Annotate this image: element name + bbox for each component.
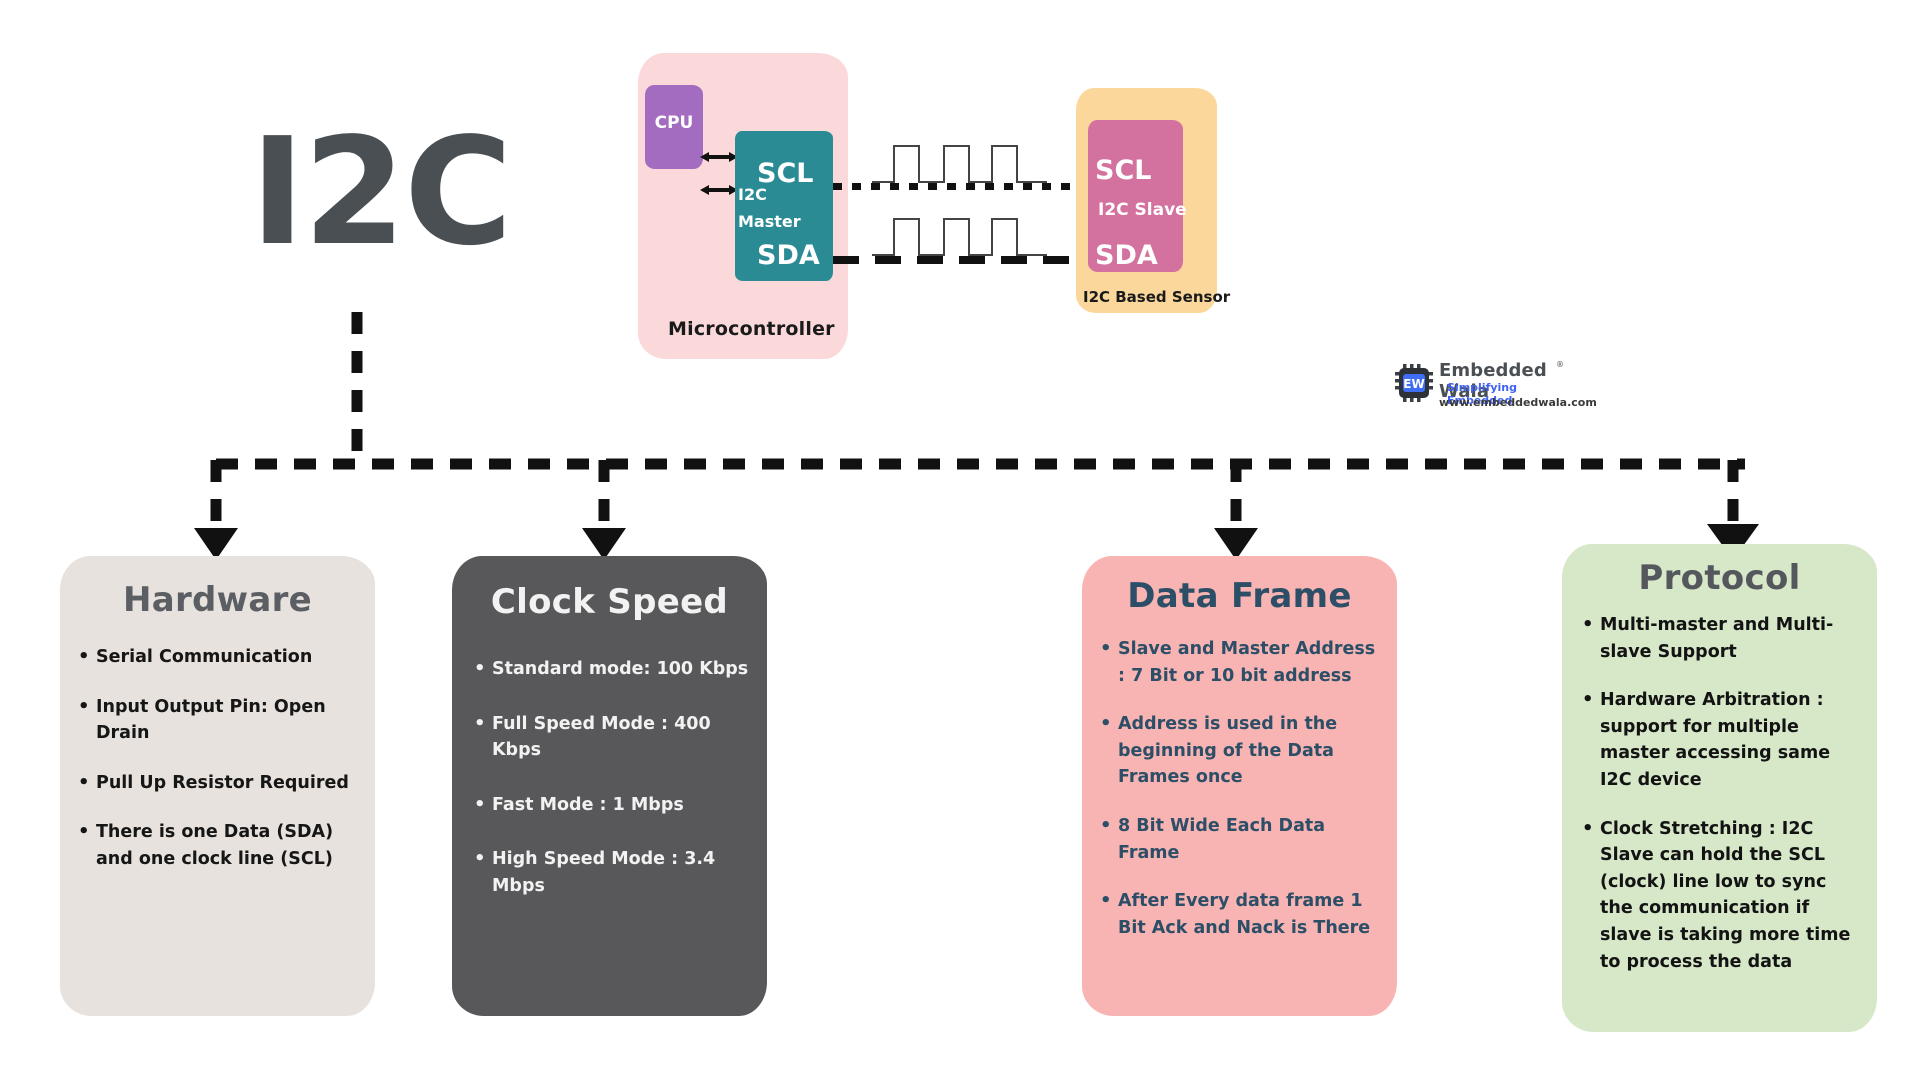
connector-tree — [194, 312, 1759, 560]
list-item: There is one Data (SDA) and one clock li… — [76, 818, 353, 872]
list-item: Multi-master and Multi-slave Support — [1580, 611, 1861, 665]
list-item: Fast Mode : 1 Mbps — [472, 791, 749, 819]
card-clock-speed[interactable]: Clock Speed Standard mode: 100 Kbps Full… — [452, 556, 767, 1016]
list-item: Standard mode: 100 Kbps — [472, 655, 749, 683]
list-item: Serial Communication — [76, 643, 353, 671]
card-data-frame-list: Slave and Master Address : 7 Bit or 10 b… — [1082, 635, 1397, 941]
list-item: Pull Up Resistor Required — [76, 769, 353, 797]
card-hardware[interactable]: Hardware Serial Communication Input Outp… — [60, 556, 375, 1016]
card-clock-speed-title: Clock Speed — [490, 582, 729, 622]
card-protocol-title: Protocol — [1638, 558, 1801, 598]
list-item: Address is used in the beginning of the … — [1098, 710, 1383, 791]
list-item: Slave and Master Address : 7 Bit or 10 b… — [1098, 635, 1383, 689]
card-hardware-list: Serial Communication Input Output Pin: O… — [60, 643, 375, 873]
card-protocol-list: Multi-master and Multi-slave Support Har… — [1562, 611, 1877, 976]
list-item: 8 Bit Wide Each Data Frame — [1098, 812, 1383, 866]
list-item: Hardware Arbitration : support for multi… — [1580, 686, 1861, 793]
card-clock-speed-list: Standard mode: 100 Kbps Full Speed Mode … — [452, 655, 767, 900]
list-item: Full Speed Mode : 400 Kbps — [472, 710, 749, 764]
card-data-frame-title: Data Frame — [1127, 576, 1352, 616]
list-item: High Speed Mode : 3.4 Mbps — [472, 845, 749, 899]
list-item: After Every data frame 1 Bit Ack and Nac… — [1098, 887, 1383, 941]
card-hardware-title: Hardware — [122, 580, 313, 620]
diagram-canvas: I2C CPU SCL I2C Master SDA Microcontroll… — [0, 0, 1920, 1080]
card-data-frame[interactable]: Data Frame Slave and Master Address : 7 … — [1082, 556, 1397, 1016]
list-item: Clock Stretching : I2C Slave can hold th… — [1580, 815, 1861, 976]
list-item: Input Output Pin: Open Drain — [76, 693, 353, 747]
card-protocol[interactable]: Protocol Multi-master and Multi-slave Su… — [1562, 544, 1877, 1032]
